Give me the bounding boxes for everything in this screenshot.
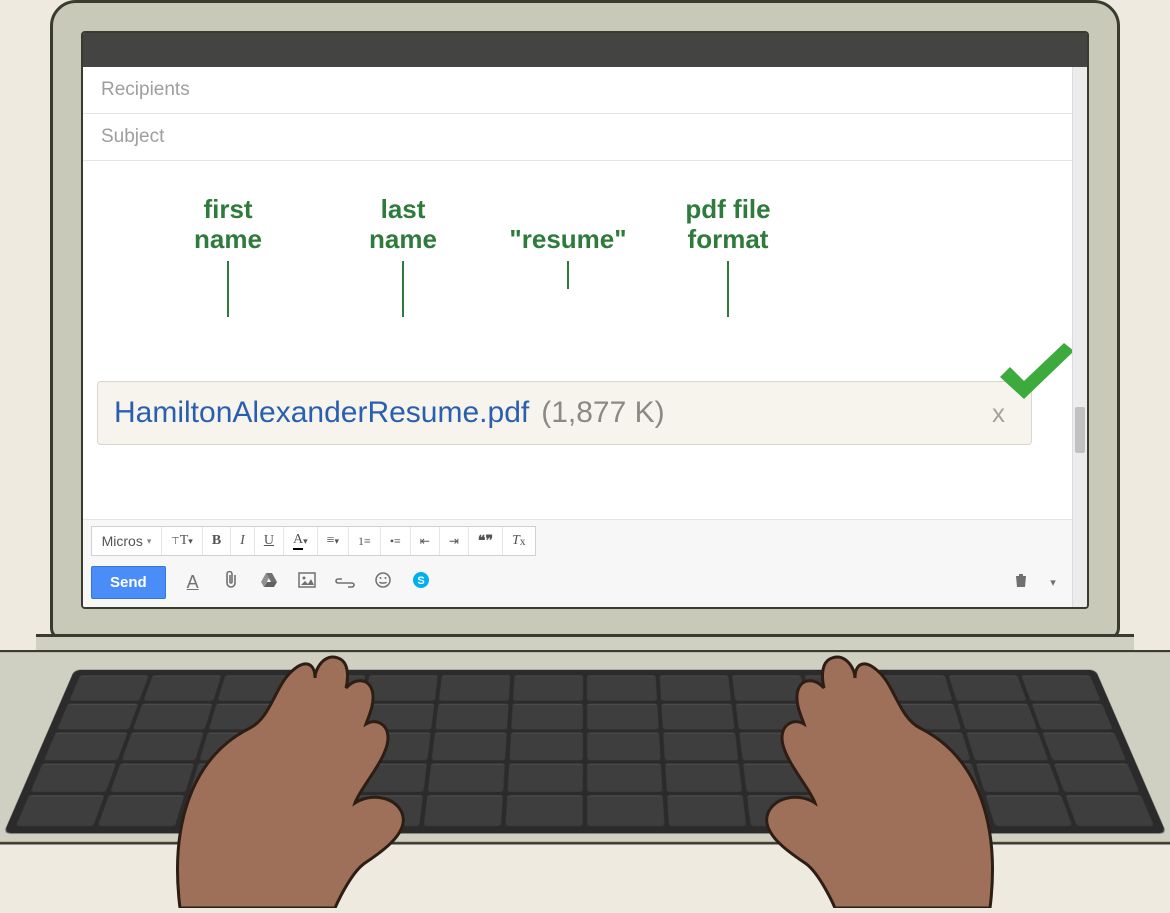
bold-button[interactable]: B (203, 527, 231, 555)
align-button[interactable]: ≡▾ (318, 527, 349, 555)
annotation-resume: "resume" (483, 195, 653, 317)
email-compose-window: Recipients Subject first name last name (83, 67, 1072, 607)
underline-button[interactable]: U (255, 527, 284, 555)
browser-titlebar (83, 33, 1087, 67)
hand-left-illustration (110, 578, 530, 908)
screen: Recipients Subject first name last name (81, 31, 1089, 609)
attachment-chip: HamiltonAlexanderResume.pdf (1,877 K) x (97, 381, 1032, 445)
email-body[interactable]: first name last name "resume" (83, 161, 1072, 481)
format-toolbar: Micros ⊤T▾ B I U A▾ ≡▾ 1≡ •≡ ⇤ ⇥ ❝❞ Tx (91, 526, 536, 556)
clear-format-button[interactable]: Tx (503, 527, 535, 555)
text-color-button[interactable]: A▾ (284, 527, 318, 555)
vertical-scrollbar[interactable] (1072, 67, 1087, 607)
annotation-last-name: last name (323, 195, 483, 317)
filename-annotations: first name last name "resume" (83, 195, 1072, 317)
attachment-filename[interactable]: HamiltonAlexanderResume.pdf (114, 396, 529, 430)
annotation-label: "resume" (483, 225, 653, 255)
subject-field[interactable]: Subject (83, 114, 1072, 161)
annotation-line (402, 261, 404, 317)
recipients-field[interactable]: Recipients (83, 67, 1072, 114)
quote-button[interactable]: ❝❞ (469, 527, 503, 555)
indent-less-button[interactable]: ⇤ (411, 527, 440, 555)
checkmark-icon (992, 341, 1082, 411)
font-family-dropdown[interactable]: Micros (92, 527, 162, 555)
annotation-label: name (133, 225, 323, 255)
numbered-list-button[interactable]: 1≡ (349, 527, 381, 555)
hand-right-illustration (640, 578, 1060, 908)
annotation-pdf: pdf file format (653, 195, 803, 317)
font-size-button[interactable]: ⊤T▾ (162, 527, 203, 555)
annotation-label: last (323, 195, 483, 225)
annotation-label: pdf file (653, 195, 803, 225)
scrollbar-thumb[interactable] (1075, 407, 1085, 453)
annotation-first-name: first name (133, 195, 323, 317)
indent-more-button[interactable]: ⇥ (440, 527, 469, 555)
italic-button[interactable]: I (231, 527, 255, 555)
annotation-label: format (653, 225, 803, 255)
annotation-line (567, 261, 569, 289)
laptop-bezel: Recipients Subject first name last name (50, 0, 1120, 640)
annotation-line (727, 261, 729, 317)
annotation-line (227, 261, 229, 317)
annotation-label: first (133, 195, 323, 225)
attachment-filesize: (1,877 K) (541, 396, 664, 430)
annotation-label: name (323, 225, 483, 255)
bullet-list-button[interactable]: •≡ (381, 527, 411, 555)
